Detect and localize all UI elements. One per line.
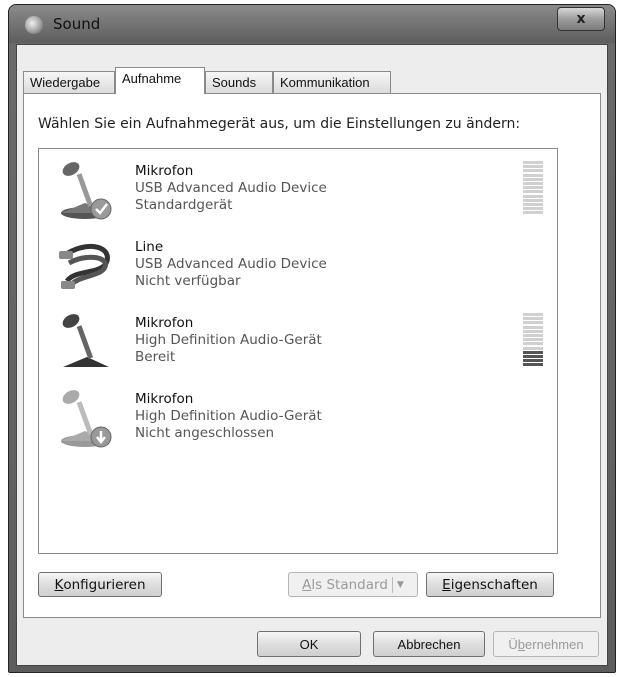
device-status: Nicht verfügbar bbox=[135, 273, 241, 289]
list-item[interactable]: Mikrofon High Definition Audio-Gerät Ber… bbox=[39, 305, 557, 381]
button-label: ls Standard bbox=[311, 576, 388, 593]
sound-dialog-window: Sound x Wiedergabe Aufnahme Sounds Kommu… bbox=[8, 4, 616, 673]
apply-button[interactable]: Üb ernehmen bbox=[493, 631, 599, 657]
dialog-client-area: Wiedergabe Aufnahme Sounds Kommunikation… bbox=[16, 44, 608, 666]
level-meter bbox=[523, 313, 543, 367]
instruction-text: Wählen Sie ein Aufnahmegerät aus, um die… bbox=[38, 116, 521, 132]
tab-label: Sounds bbox=[212, 75, 257, 90]
device-name: Mikrofon bbox=[135, 163, 194, 179]
tab-label: Aufnahme bbox=[122, 71, 182, 86]
device-text: Line USB Advanced Audio Device Nicht ver… bbox=[135, 239, 327, 290]
button-label: Ü bbox=[508, 636, 518, 652]
cancel-button[interactable]: Abbrechen bbox=[373, 631, 485, 657]
list-item[interactable]: Line USB Advanced Audio Device Nicht ver… bbox=[39, 229, 557, 305]
ok-button[interactable]: OK bbox=[257, 631, 361, 657]
mnemonic: b bbox=[517, 636, 526, 652]
tab-label: Kommunikation bbox=[280, 75, 370, 90]
device-driver: USB Advanced Audio Device bbox=[135, 256, 327, 272]
button-label: onfigurieren bbox=[63, 576, 146, 593]
button-label: ernehmen bbox=[525, 636, 584, 652]
tab-sounds[interactable]: Sounds bbox=[205, 71, 273, 93]
mnemonic: K bbox=[54, 576, 64, 593]
recording-tab-panel: Wählen Sie ein Aufnahmegerät aus, um die… bbox=[23, 93, 601, 618]
device-name: Mikrofon bbox=[135, 391, 194, 407]
split-divider bbox=[391, 576, 393, 593]
device-driver: USB Advanced Audio Device bbox=[135, 180, 327, 196]
button-label: Abbrechen bbox=[397, 636, 461, 652]
device-name: Mikrofon bbox=[135, 315, 194, 331]
device-status: Bereit bbox=[135, 349, 176, 365]
device-driver: High Definition Audio-Gerät bbox=[135, 332, 322, 348]
microphone-disconnected-icon bbox=[61, 390, 112, 448]
microphone-icon bbox=[62, 314, 109, 367]
chevron-down-icon[interactable]: ▼ bbox=[397, 580, 404, 590]
configure-button[interactable]: Konfigurieren bbox=[38, 572, 162, 597]
tab-wiedergabe[interactable]: Wiedergabe bbox=[23, 71, 115, 93]
set-default-button[interactable]: Als Standard ▼ bbox=[288, 572, 418, 597]
device-text: Mikrofon USB Advanced Audio Device Stand… bbox=[135, 163, 327, 214]
tab-kommunikation[interactable]: Kommunikation bbox=[273, 71, 391, 93]
device-text: Mikrofon High Definition Audio-Gerät Nic… bbox=[135, 391, 322, 442]
mnemonic: A bbox=[302, 576, 312, 593]
device-name: Line bbox=[135, 239, 164, 255]
button-label: igenschaften bbox=[450, 576, 538, 593]
close-icon: x bbox=[576, 11, 586, 27]
tab-aufnahme[interactable]: Aufnahme bbox=[115, 67, 205, 94]
properties-button[interactable]: Eigenschaften bbox=[426, 572, 554, 597]
recording-device-list[interactable]: Mikrofon USB Advanced Audio Device Stand… bbox=[38, 148, 558, 554]
device-status: Standardgerät bbox=[135, 197, 233, 213]
microphone-default-check-icon bbox=[61, 162, 112, 220]
speaker-app-icon bbox=[25, 16, 43, 34]
tab-label: Wiedergabe bbox=[30, 75, 101, 90]
device-driver: High Definition Audio-Gerät bbox=[135, 408, 322, 424]
list-item[interactable]: Mikrofon USB Advanced Audio Device Stand… bbox=[39, 153, 557, 229]
title-bar[interactable]: Sound x bbox=[9, 5, 615, 43]
device-status: Nicht angeschlossen bbox=[135, 425, 275, 441]
close-button[interactable]: x bbox=[557, 7, 605, 31]
level-meter bbox=[523, 161, 543, 215]
list-item[interactable]: Mikrofon High Definition Audio-Gerät Nic… bbox=[39, 381, 557, 457]
line-in-cable-icon bbox=[59, 243, 110, 289]
button-label: OK bbox=[299, 636, 319, 652]
mnemonic: E bbox=[442, 576, 451, 593]
device-text: Mikrofon High Definition Audio-Gerät Ber… bbox=[135, 315, 322, 366]
window-title: Sound bbox=[53, 15, 101, 33]
